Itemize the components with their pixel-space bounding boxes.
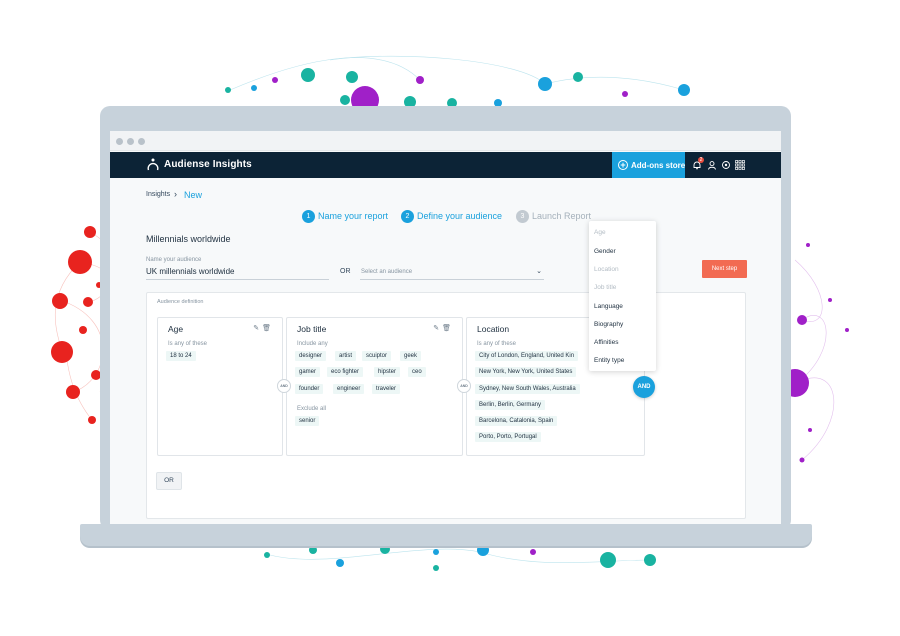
criteria-chip[interactable]: senior	[295, 416, 320, 426]
step-launch-report: 3 Launch Report	[516, 210, 591, 223]
card-subtitle: Is any of these	[168, 341, 208, 347]
step-number-badge: 1	[302, 210, 315, 223]
criteria-chip[interactable]: engineer	[333, 384, 365, 394]
exclude-label: Exclude all	[297, 406, 327, 412]
criteria-chip[interactable]: Berlin, Berlin, Germany	[475, 400, 546, 410]
step-name-report[interactable]: 1 Name your report	[302, 210, 388, 223]
include-label: Include any	[297, 341, 328, 347]
criteria-chip[interactable]: hipster	[374, 367, 401, 377]
breadcrumb-chevron-icon: ›	[174, 189, 177, 199]
add-or-group-button[interactable]: OR	[156, 472, 182, 490]
criteria-chip[interactable]: gamer	[295, 367, 321, 377]
and-connector: AND	[277, 379, 291, 393]
criteria-type-dropdown: Age Gender Location Job title Language B…	[589, 221, 656, 371]
browser-chrome	[110, 131, 781, 151]
stage: Audiense Insights + Add-ons store 2 Insi…	[0, 0, 900, 636]
card-title: Job title	[297, 324, 327, 334]
chevron-down-icon: ⌄	[536, 268, 542, 275]
trash-icon[interactable]: 🗑	[262, 325, 274, 332]
dropdown-item-gender[interactable]: Gender	[594, 248, 616, 255]
criteria-chip[interactable]: artist	[335, 351, 357, 361]
window-dot-icon	[116, 138, 123, 145]
edit-icon[interactable]: ✎	[433, 325, 442, 332]
brand-name: Audiense Insights	[164, 159, 252, 170]
notification-badge: 2	[698, 157, 704, 163]
settings-icon[interactable]	[721, 160, 731, 170]
laptop-base	[80, 524, 812, 546]
breadcrumb-current: New	[184, 190, 203, 200]
job-title-criteria-card: Job title ✎🗑 Include any designer artist…	[286, 317, 463, 456]
criteria-chip[interactable]: founder	[295, 384, 324, 394]
apps-grid-icon[interactable]	[735, 160, 745, 170]
criteria-chip[interactable]: designer	[295, 351, 327, 361]
dropdown-item-job-title: Job title	[594, 284, 617, 291]
audience-name-label: Name your audience	[146, 257, 202, 263]
add-and-criteria-button[interactable]: AND	[633, 376, 655, 398]
dropdown-item-biography[interactable]: Biography	[594, 321, 623, 328]
audience-title: Millennials worldwide	[146, 234, 231, 244]
criteria-chip[interactable]: scuiptor	[362, 351, 392, 361]
step-number-badge: 3	[516, 210, 529, 223]
app-screen: Audiense Insights + Add-ons store 2 Insi…	[110, 131, 781, 524]
criteria-chip[interactable]: 18 to 24	[166, 351, 196, 361]
criteria-chip[interactable]: eco fighter	[327, 367, 364, 377]
and-connector: AND	[457, 379, 471, 393]
step-define-audience[interactable]: 2 Define your audience	[401, 210, 502, 223]
addons-store-button[interactable]: + Add-ons store	[612, 152, 685, 178]
criteria-chip[interactable]: ceo	[408, 367, 426, 377]
audience-name-input[interactable]	[146, 264, 329, 280]
audience-definition-label: Audience definition	[157, 299, 204, 305]
step-label: Define your audience	[417, 210, 503, 221]
dropdown-item-entity-type[interactable]: Entity type	[594, 357, 624, 364]
or-separator: OR	[340, 268, 351, 275]
card-title: Age	[168, 324, 184, 334]
step-label: Launch Report	[532, 210, 592, 221]
dropdown-item-age: Age	[594, 229, 606, 236]
step-number-badge: 2	[401, 210, 414, 223]
criteria-chip[interactable]: New York, New York, United States	[475, 367, 577, 377]
user-icon[interactable]	[707, 160, 717, 170]
dropdown-item-affinities[interactable]: Affinities	[594, 339, 618, 346]
criteria-chip[interactable]: Porto, Porto, Portugal	[475, 432, 541, 442]
card-title: Location	[477, 324, 510, 334]
criteria-chip[interactable]: Barcelona, Catalonia, Spain	[475, 416, 558, 426]
card-subtitle: Is any of these	[477, 341, 517, 347]
criteria-chip[interactable]: traveler	[372, 384, 401, 394]
edit-icon[interactable]: ✎	[253, 325, 262, 332]
plus-icon: +	[618, 160, 628, 170]
criteria-chip[interactable]: Sydney, New South Wales, Australia	[475, 384, 580, 394]
addons-store-label: Add-ons store	[631, 161, 686, 170]
dropdown-item-language[interactable]: Language	[594, 303, 623, 310]
criteria-chip[interactable]: geek	[400, 351, 422, 361]
age-criteria-card: Age ✎🗑 Is any of these 18 to 24	[157, 317, 283, 456]
dropdown-item-location: Location	[594, 266, 619, 273]
card-actions: ✎🗑	[253, 324, 274, 332]
step-label: Name your report	[318, 210, 389, 221]
window-dot-icon	[127, 138, 134, 145]
top-navbar: Audiense Insights + Add-ons store 2	[110, 152, 781, 178]
trash-icon[interactable]: 🗑	[442, 325, 454, 332]
next-step-button[interactable]: Next step	[702, 260, 747, 278]
breadcrumb-root-link[interactable]: Insights	[146, 191, 170, 198]
select-audience-placeholder: Select an audience	[361, 269, 413, 275]
window-dot-icon	[138, 138, 145, 145]
criteria-chip[interactable]: City of London, England, United Kin	[475, 351, 579, 361]
select-audience-dropdown[interactable]: Select an audience ⌄	[360, 264, 544, 280]
audiense-logo-icon	[147, 158, 159, 171]
card-actions: ✎🗑	[433, 324, 454, 332]
